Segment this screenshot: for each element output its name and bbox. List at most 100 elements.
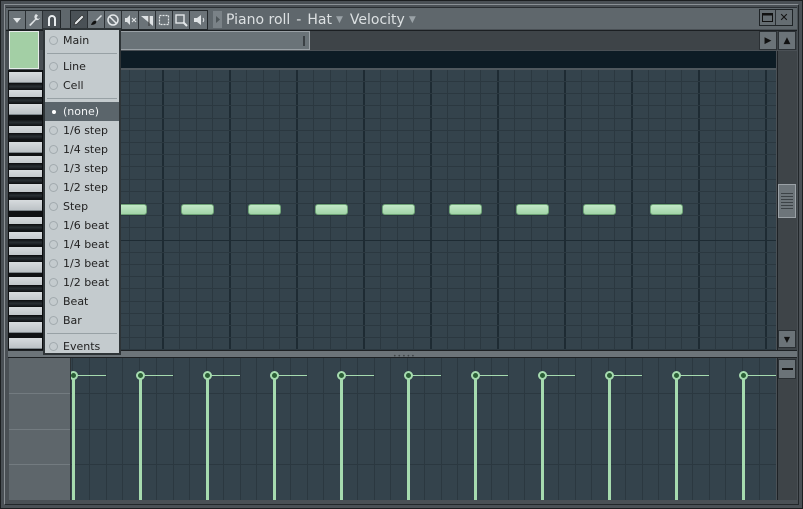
velocity-handle[interactable] bbox=[538, 371, 547, 380]
timeline-ruler[interactable] bbox=[43, 51, 776, 70]
channel-color-swatch[interactable] bbox=[9, 31, 39, 69]
velocity-bar[interactable] bbox=[273, 375, 276, 500]
vertical-scroll-thumb[interactable] bbox=[778, 184, 796, 218]
black-key[interactable] bbox=[9, 83, 42, 90]
velocity-handle[interactable] bbox=[404, 371, 413, 380]
snap-option-cell[interactable]: Cell bbox=[45, 76, 119, 95]
scroll-down-button[interactable]: ▼ bbox=[778, 330, 796, 348]
white-key[interactable] bbox=[9, 104, 42, 115]
note[interactable] bbox=[650, 204, 683, 215]
velocity-handle[interactable] bbox=[739, 371, 748, 380]
white-key[interactable] bbox=[9, 338, 42, 349]
options-menu-button[interactable] bbox=[9, 11, 26, 29]
snap-option-events[interactable]: Events bbox=[45, 337, 119, 356]
velocity-bar[interactable] bbox=[139, 375, 142, 500]
channel-dropdown-icon[interactable]: ▼ bbox=[336, 15, 343, 25]
snap-option-1-6-step[interactable]: 1/6 step bbox=[45, 121, 119, 140]
black-key[interactable] bbox=[9, 97, 42, 104]
snap-option-1-6-beat[interactable]: 1/6 beat bbox=[45, 216, 119, 235]
grid-line bbox=[581, 70, 582, 350]
velocity-bar[interactable] bbox=[675, 375, 678, 500]
white-key[interactable] bbox=[9, 262, 42, 273]
snap-option-1-4-beat[interactable]: 1/4 beat bbox=[45, 235, 119, 254]
event-pane-splitter[interactable]: ••••• bbox=[8, 350, 797, 360]
tools-button[interactable] bbox=[26, 11, 43, 29]
close-button[interactable]: ✕ bbox=[776, 10, 792, 25]
snap-option-1-3-step[interactable]: 1/3 step bbox=[45, 159, 119, 178]
black-key[interactable] bbox=[9, 300, 42, 307]
note[interactable] bbox=[181, 204, 214, 215]
velocity-bar[interactable] bbox=[206, 375, 209, 500]
velocity-handle[interactable] bbox=[605, 371, 614, 380]
playback-tool-button[interactable] bbox=[190, 11, 207, 29]
velocity-handle[interactable] bbox=[270, 371, 279, 380]
event-zoom-button[interactable] bbox=[778, 359, 796, 379]
black-key[interactable] bbox=[9, 285, 42, 292]
white-key[interactable] bbox=[9, 142, 42, 153]
note[interactable] bbox=[449, 204, 482, 215]
black-key[interactable] bbox=[9, 163, 42, 170]
velocity-handle[interactable] bbox=[471, 371, 480, 380]
note[interactable] bbox=[382, 204, 415, 215]
event-target-dropdown-icon[interactable]: ▼ bbox=[409, 15, 416, 25]
velocity-bar[interactable] bbox=[541, 375, 544, 500]
snap-option-step[interactable]: Step bbox=[45, 197, 119, 216]
black-key[interactable] bbox=[9, 192, 42, 199]
velocity-bar[interactable] bbox=[340, 375, 343, 500]
velocity-bar[interactable] bbox=[742, 375, 745, 500]
velocity-bar[interactable] bbox=[608, 375, 611, 500]
velocity-handle[interactable] bbox=[337, 371, 346, 380]
note[interactable] bbox=[516, 204, 549, 215]
delete-tool-button[interactable] bbox=[105, 11, 122, 29]
note[interactable] bbox=[583, 204, 616, 215]
horizontal-scroll-thumb[interactable] bbox=[119, 31, 310, 50]
radio-icon bbox=[49, 316, 58, 325]
snap-option-bar[interactable]: Bar bbox=[45, 311, 119, 330]
snap-option-none[interactable]: (none) bbox=[45, 102, 119, 121]
maximize-button[interactable] bbox=[760, 10, 776, 25]
scroll-right-button[interactable]: ▶ bbox=[759, 31, 777, 50]
velocity-handle[interactable] bbox=[203, 371, 212, 380]
velocity-bar[interactable] bbox=[72, 375, 75, 500]
snap-option-line[interactable]: Line bbox=[45, 57, 119, 76]
snap-button[interactable] bbox=[43, 11, 60, 29]
event-editor[interactable] bbox=[71, 358, 776, 500]
snap-option-1-2-step[interactable]: 1/2 step bbox=[45, 178, 119, 197]
velocity-handle[interactable] bbox=[71, 371, 78, 380]
snap-option-1-2-beat[interactable]: 1/2 beat bbox=[45, 273, 119, 292]
snap-option-1-4-step[interactable]: 1/4 step bbox=[45, 140, 119, 159]
zoom-tool-button[interactable] bbox=[173, 11, 190, 29]
note[interactable] bbox=[315, 204, 348, 215]
event-target-selector[interactable]: Velocity bbox=[350, 12, 405, 28]
select-tool-button[interactable] bbox=[156, 11, 173, 29]
black-key[interactable] bbox=[9, 224, 42, 231]
grid-line bbox=[748, 70, 749, 350]
black-key[interactable] bbox=[9, 177, 42, 184]
snap-option-label: Events bbox=[63, 340, 101, 353]
scroll-up-button[interactable]: ▲ bbox=[778, 31, 796, 50]
black-key[interactable] bbox=[9, 119, 42, 126]
paint-tool-button[interactable] bbox=[88, 11, 105, 29]
snap-option-1-3-beat[interactable]: 1/3 beat bbox=[45, 254, 119, 273]
black-key[interactable] bbox=[9, 239, 42, 246]
velocity-bar[interactable] bbox=[474, 375, 477, 500]
snap-option-main[interactable]: Main bbox=[45, 31, 119, 50]
slice-tool-button[interactable] bbox=[139, 11, 156, 29]
black-key[interactable] bbox=[9, 255, 42, 262]
white-key[interactable] bbox=[9, 72, 42, 83]
velocity-handle[interactable] bbox=[136, 371, 145, 380]
note-grid[interactable] bbox=[43, 70, 776, 350]
black-key[interactable] bbox=[9, 133, 42, 140]
white-key[interactable] bbox=[9, 200, 42, 211]
channel-selector[interactable]: Hat bbox=[307, 12, 332, 28]
note[interactable] bbox=[248, 204, 281, 215]
velocity-handle[interactable] bbox=[672, 371, 681, 380]
snap-option-beat[interactable]: Beat bbox=[45, 292, 119, 311]
black-key[interactable] bbox=[9, 315, 42, 322]
velocity-bar[interactable] bbox=[407, 375, 410, 500]
white-key[interactable] bbox=[9, 322, 42, 333]
event-vertical-scrollbar[interactable] bbox=[777, 358, 797, 500]
title-menu-arrow[interactable] bbox=[213, 11, 222, 28]
mute-tool-button[interactable] bbox=[122, 11, 139, 29]
draw-tool-button[interactable] bbox=[71, 11, 88, 29]
